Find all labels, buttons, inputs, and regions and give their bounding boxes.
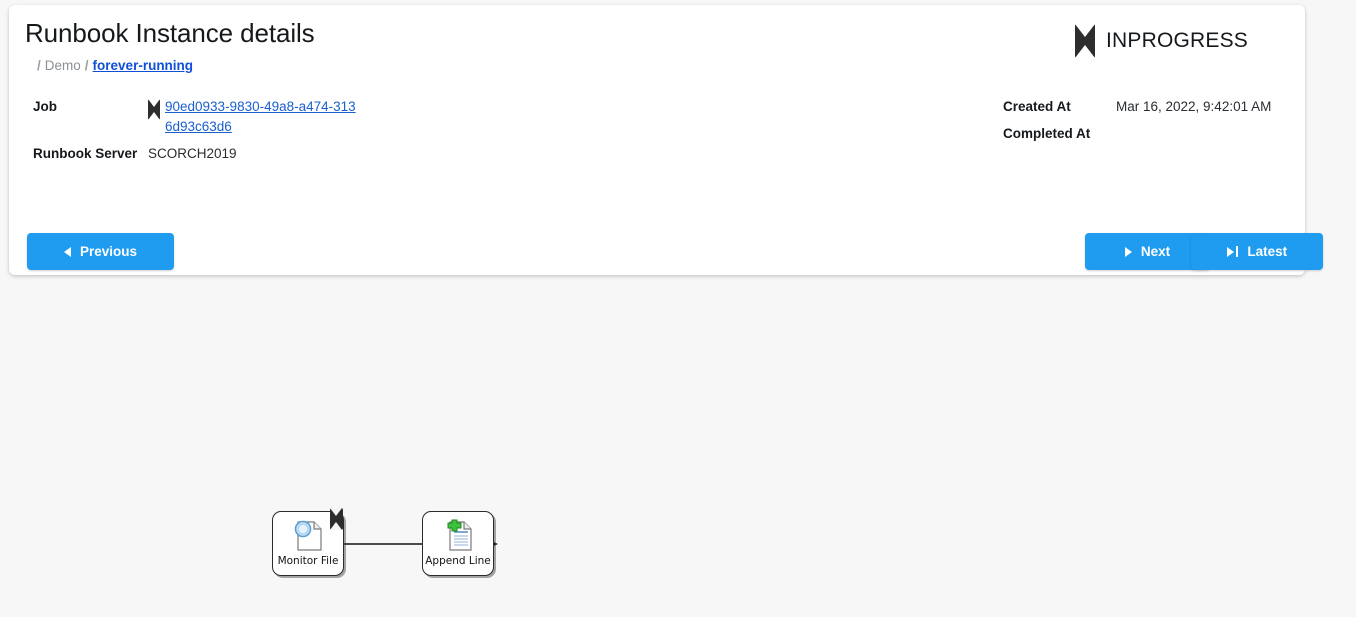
status-label: INPROGRESS [1105, 29, 1248, 52]
field-created-at-value: Mar 16, 2022, 9:42:01 AM [1116, 99, 1272, 114]
latest-button-label: Latest [1247, 244, 1288, 259]
breadcrumb-separator-2: / [84, 58, 89, 73]
details-right-column: Created At Mar 16, 2022, 9:42:01 AM Comp… [1003, 97, 1323, 151]
field-runbook-server-label: Runbook Server [33, 146, 138, 161]
job-link[interactable]: 90ed0933-9830-49a8-a474-3136d93c63d6 [165, 97, 358, 137]
previous-button[interactable]: Previous [27, 233, 174, 270]
diagram-node-monitor-file-label: Monitor File [277, 555, 339, 567]
triangle-right-icon [1124, 246, 1132, 257]
breadcrumb-item-demo: Demo [44, 58, 81, 73]
skip-bar [1235, 246, 1239, 257]
details-left-column: Job 90ed0933-9830-49a8-a474-3136d93c63d6… [33, 97, 473, 171]
field-created-at: Created At Mar 16, 2022, 9:42:01 AM [1003, 97, 1323, 117]
hourglass-icon [330, 508, 343, 530]
runbook-diagram: Monitor File Append Line [0, 285, 1356, 617]
skip-to-end-icon [1226, 246, 1239, 257]
field-job: Job 90ed0933-9830-49a8-a474-3136d93c63d6 [33, 97, 473, 137]
document-monitor-icon [294, 520, 322, 551]
breadcrumb-separator-1: / [37, 58, 41, 73]
page-title: Runbook Instance details [25, 18, 315, 48]
previous-button-label: Previous [79, 244, 138, 259]
field-completed-at: Completed At [1003, 124, 1323, 144]
breadcrumb-item-forever-running[interactable]: forever-running [93, 58, 194, 73]
next-button-label: Next [1140, 244, 1171, 259]
hourglass-icon [1074, 24, 1095, 58]
runbook-instance-card: Runbook Instance details / Demo / forever-r… [9, 5, 1323, 275]
field-job-value: 90ed0933-9830-49a8-a474-3136d93c63d6 [148, 97, 358, 137]
breadcrumb: / Demo / forever-running [33, 58, 193, 73]
latest-button[interactable]: Latest [1191, 233, 1323, 270]
field-created-at-label: Created At [1003, 99, 1071, 114]
document-append-icon [447, 519, 472, 551]
field-runbook-server-value: SCORCH2019 [148, 146, 237, 161]
diagram-node-append-line[interactable]: Append Line [422, 511, 494, 576]
field-runbook-server: Runbook Server SCORCH2019 [33, 144, 473, 164]
diagram-node-append-line-label: Append Line [425, 555, 491, 567]
hourglass-icon [148, 99, 160, 120]
triangle-left-icon [63, 246, 71, 257]
skip-triangle [1226, 246, 1234, 257]
field-job-label: Job [33, 99, 58, 114]
field-completed-at-label: Completed At [1003, 126, 1091, 141]
status-badge: INPROGRESS [1074, 24, 1248, 58]
